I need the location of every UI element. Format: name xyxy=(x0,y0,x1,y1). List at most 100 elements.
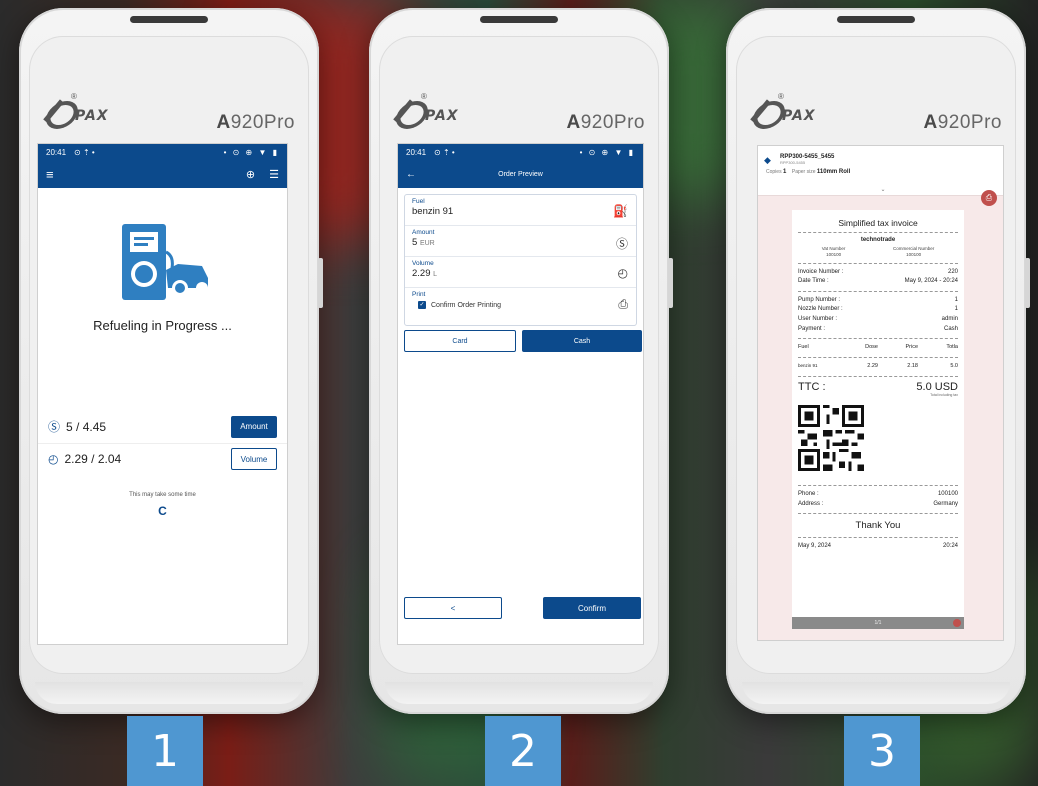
status-bar: 20:41 ⊙ ⇡ • • ⊙ ⊕ ▼ ▮ xyxy=(398,144,643,160)
device-chin xyxy=(385,682,653,704)
table-row: benzin 91 2.29 2.18 5.0 xyxy=(798,362,958,372)
gauge-icon: ◴ xyxy=(48,452,59,466)
model-suffix: 920Pro xyxy=(580,112,645,133)
datetime-value: May 9, 2024 - 20:24 xyxy=(904,278,958,285)
invoice-row: Invoice Number : 220 xyxy=(798,268,958,278)
cash-button[interactable]: Cash xyxy=(522,330,642,352)
total-row: TTC : 5.0 USD xyxy=(798,381,958,393)
printer-id: RPP300-5455 xyxy=(780,160,806,165)
ttc-note: Total including tax xyxy=(930,392,958,397)
app-bar: ≡ ⊕ ☰ xyxy=(38,160,287,188)
confirm-button[interactable]: Confirm xyxy=(543,597,641,619)
card-button[interactable]: Card xyxy=(404,330,516,352)
registered-mark: ® xyxy=(71,92,77,101)
tax-numbers: Vat Number 100100 Commercial Number 100100 xyxy=(798,246,958,259)
pax-logo: PAX ® xyxy=(395,92,459,124)
footer-date: May 9, 2024 xyxy=(798,543,832,550)
divider xyxy=(798,338,958,340)
model-suffix: 920Pro xyxy=(937,112,1002,133)
paper-size-label: Paper size xyxy=(791,169,816,175)
company-name: technotrade xyxy=(860,237,896,243)
settings-sliders-icon[interactable]: ☰ xyxy=(269,168,279,181)
step-badge-1: 1 xyxy=(127,716,203,786)
loading-spinner-icon: C xyxy=(158,504,167,518)
pax-logo: PAX ® xyxy=(45,92,109,124)
menu-icon[interactable]: ≡ xyxy=(46,167,54,182)
pump-value: 1 xyxy=(954,296,958,303)
amount-unit: EUR xyxy=(419,240,435,247)
ttc-label: TTC : xyxy=(798,380,826,393)
nozzle-row: Nozzle Number : 1 xyxy=(798,305,958,315)
volume-button[interactable]: Volume xyxy=(231,448,277,470)
address-value: Germany xyxy=(933,500,958,507)
datetime-row: Date Time : May 9, 2024 - 20:24 xyxy=(798,277,958,287)
invoice-value: 220 xyxy=(947,268,958,275)
step-badge-3: 3 xyxy=(844,716,920,786)
table-cell: 2.29 xyxy=(867,363,878,370)
page-title: Order Preview xyxy=(498,170,543,178)
divider xyxy=(798,375,958,377)
speaker xyxy=(837,16,915,23)
pump-row: Pump Number : 1 xyxy=(798,296,958,306)
phone-label: Phone : xyxy=(798,490,819,497)
amount-label: Amount xyxy=(412,229,435,236)
step-badge-2: 2 xyxy=(485,716,561,786)
amount-row: Ⓢ 5 / 4.45 Amount xyxy=(38,410,287,444)
pax-logo-text: PAX xyxy=(425,108,459,124)
user-row: User Number : admin xyxy=(798,315,958,325)
device-chin xyxy=(35,682,303,704)
user-label: User Number : xyxy=(798,315,838,322)
divider xyxy=(798,290,958,292)
divider xyxy=(798,357,958,359)
print-field: Print ✓ Confirm Order Printing ⎙ xyxy=(405,288,636,324)
amount-value: 5 xyxy=(412,237,418,248)
invoice-label: Invoice Number : xyxy=(798,268,844,275)
print-settings-summary[interactable]: Copies 1 Paper size 110mm Roll xyxy=(766,169,995,175)
device-chin xyxy=(742,682,1010,704)
volume-row: ◴ 2.29 / 2.04 Volume xyxy=(38,442,287,476)
phone-row: Phone : 100100 xyxy=(798,490,958,500)
pax-logo-text: PAX xyxy=(75,108,109,124)
back-button[interactable]: < xyxy=(404,597,502,619)
download-icon[interactable]: ⊕ xyxy=(246,168,255,181)
fuel-field: Fuel benzin 91 ⛽ xyxy=(405,195,636,226)
volume-progress: 2.29 / 2.04 xyxy=(64,452,122,466)
status-dot-icon xyxy=(953,619,961,627)
chevron-down-icon[interactable]: ⌄ xyxy=(881,186,886,193)
user-value: admin xyxy=(941,315,958,322)
status-icons-left: ⊙ ⇡ • xyxy=(74,147,95,157)
divider xyxy=(798,513,958,515)
screen-order-preview: 20:41 ⊙ ⇡ • • ⊙ ⊕ ▼ ▮ ← Order Preview Fu… xyxy=(398,144,643,644)
amount-button[interactable]: Amount xyxy=(231,415,277,438)
model-prefix: A xyxy=(923,112,938,133)
table-header: Fuel xyxy=(798,344,809,351)
fuel-label: Fuel xyxy=(412,198,425,205)
print-fab-printer-icon[interactable]: ⎙ xyxy=(981,190,997,206)
amount-field: Amount 5 EUR Ⓢ xyxy=(405,226,636,257)
order-details-card: Fuel benzin 91 ⛽ Amount 5 EUR Ⓢ Volume 2… xyxy=(404,194,637,326)
table-cell: benzin 91 xyxy=(798,363,818,369)
model-suffix: 920Pro xyxy=(230,112,295,133)
status-time: 20:41 xyxy=(406,147,427,157)
registered-mark: ® xyxy=(421,92,427,101)
checkbox-checked-icon[interactable]: ✓ xyxy=(418,301,426,309)
divider xyxy=(798,232,958,233)
divider xyxy=(798,484,958,486)
copies-label: Copies xyxy=(766,169,782,175)
thank-you-text: Thank You xyxy=(855,520,901,532)
confirm-print-checkbox[interactable]: ✓ Confirm Order Printing xyxy=(412,301,629,309)
terminal-device-1: PAX ® A920Pro 20:41 ⊙ ⇡ • • ⊙ ⊕ ▼ ▮ ≡ ⊕ … xyxy=(19,8,323,714)
screen-print-preview: ◆ RPP300-5455_5455 RPP300-5455 Copies 1 … xyxy=(758,146,1003,640)
back-arrow-icon[interactable]: ← xyxy=(406,169,416,180)
side-button xyxy=(318,258,323,308)
vat-value: 100100 xyxy=(826,252,842,258)
phone-value: 100100 xyxy=(937,490,958,497)
paper-size-value: 110mm Roll xyxy=(816,169,851,175)
fuel-pump-car-icon xyxy=(122,224,208,300)
nozzle-label: Nozzle Number : xyxy=(798,306,843,313)
table-header: Price xyxy=(905,344,918,351)
payment-label: Payment : xyxy=(798,325,826,332)
qr-code xyxy=(798,404,864,471)
table-header: Dose xyxy=(865,344,878,351)
divider xyxy=(798,262,958,264)
